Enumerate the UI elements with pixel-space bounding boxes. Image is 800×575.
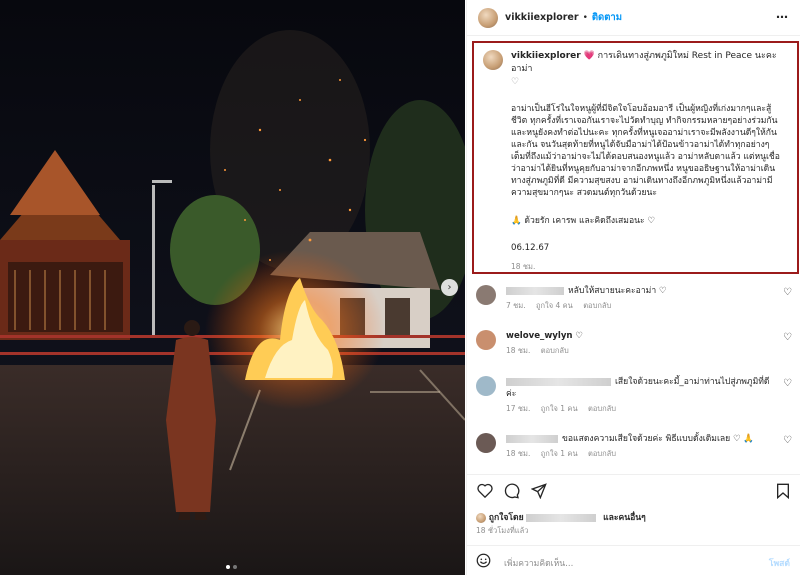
comment-text: ขอแสดงความเสียใจด้วยค่ะ พิธีแบบดั้งเดิมเ…: [562, 434, 755, 444]
comment-input[interactable]: เพิ่มความคิดเห็น...: [504, 556, 573, 570]
share-icon[interactable]: [531, 483, 547, 499]
bookmark-icon[interactable]: [776, 483, 790, 499]
carousel-dots: [226, 565, 237, 569]
pink-heart-icon: 💗: [583, 51, 595, 61]
instagram-post-view: › vikkiiexplorer • ติดตาม ⋯ vikkiiexplor…: [0, 0, 800, 575]
avatar[interactable]: [476, 330, 496, 350]
post-photo[interactable]: ›: [0, 0, 465, 575]
reply-button[interactable]: ตอบกลับ: [541, 346, 569, 355]
liked-by-line[interactable]: ถูกใจโดย และคนอื่นๆ: [476, 510, 646, 524]
hidden-username[interactable]: [526, 513, 597, 522]
post-header: vikkiiexplorer • ติดตาม ⋯: [467, 0, 800, 36]
avatar[interactable]: [478, 7, 498, 28]
comment-likes[interactable]: ถูกใจ 4 คน: [536, 301, 573, 310]
more-options-icon[interactable]: ⋯: [776, 10, 789, 24]
cremation-scene-image: [0, 0, 465, 575]
comment-time: 7 ชม.: [506, 301, 526, 310]
comment-body: เสียใจด้วยนะคะมี้_อาม่าท่านไปสู่ภพภูมิที…: [506, 376, 776, 415]
avatar: [476, 512, 486, 523]
liked-by-prefix: ถูกใจโดย: [488, 513, 524, 523]
comment-time: 17 ชม.: [506, 404, 531, 413]
avatar[interactable]: [483, 50, 503, 70]
caption-body: อาม่าเป็นฮีโร่ในใจหนูผู้ที่มีจิตใจโอบอ้อ…: [511, 104, 780, 198]
post-author-username[interactable]: vikkiiexplorer: [505, 12, 579, 23]
comment-text: หลับให้สบายนะคะอาม่า ♡: [568, 286, 667, 296]
comment-likes[interactable]: ถูกใจ 1 คน: [541, 449, 578, 458]
comment-text: ♡: [575, 331, 584, 341]
caption-title: vikkiiexplorer 💗 การเดินทางสู่ภพภูมิใหม่…: [511, 50, 781, 89]
post-comment-button[interactable]: โพสต์: [769, 556, 790, 570]
follow-button[interactable]: ติดตาม: [592, 10, 622, 25]
comment-body: หลับให้สบายนะคะอาม่า ♡ 7 ชม. ถูกใจ 4 คน …: [506, 285, 776, 312]
chevron-right-icon: ›: [447, 282, 452, 293]
reply-button[interactable]: ตอบกลับ: [583, 301, 611, 310]
comment-likes[interactable]: ถูกใจ 1 คน: [541, 404, 578, 413]
comment-body: ขอแสดงความเสียใจด้วยค่ะ พิธีแบบดั้งเดิมเ…: [506, 433, 776, 460]
hidden-username[interactable]: [506, 434, 558, 443]
carousel-dot-active: [226, 565, 230, 569]
hidden-username[interactable]: [506, 377, 611, 386]
avatar[interactable]: [476, 285, 496, 305]
comment-time: 18 ชม.: [506, 449, 531, 458]
comment-meta: 17 ชม. ถูกใจ 1 คน ตอบกลับ: [506, 403, 776, 415]
caption-username[interactable]: vikkiiexplorer: [511, 51, 581, 61]
like-comment-icon[interactable]: ♡: [783, 378, 792, 389]
like-comment-icon[interactable]: ♡: [783, 435, 792, 446]
caption-signoff: 🙏 ด้วยรัก เคารพ และคิดถึงเสมอนะ ♡: [511, 216, 656, 226]
post-actions-bar: [466, 474, 800, 504]
reply-button[interactable]: ตอบกลับ: [588, 449, 616, 458]
heart-icon[interactable]: [477, 483, 493, 498]
comment-icon[interactable]: [504, 483, 520, 499]
caption-timestamp: 18 ชม.: [511, 262, 536, 271]
comment-meta: 7 ชม. ถูกใจ 4 คน ตอบกลับ: [506, 300, 776, 312]
carousel-dot: [233, 565, 237, 569]
reply-button[interactable]: ตอบกลับ: [588, 404, 616, 413]
like-comment-icon[interactable]: ♡: [783, 287, 792, 298]
post-caption: vikkiiexplorer 💗 การเดินทางสู่ภพภูมิใหม่…: [472, 41, 799, 274]
comment-meta: 18 ชม. ถูกใจ 1 คน ตอบกลับ: [506, 448, 776, 460]
post-age: 18 ชั่วโมงที่แล้ว: [476, 526, 529, 535]
outline-heart-icon: ♡: [511, 77, 520, 87]
avatar[interactable]: [476, 376, 496, 396]
comment-body: welove_wylyn ♡ 18 ชม. ตอบกลับ: [506, 330, 776, 357]
liked-by-suffix: และคนอื่นๆ: [603, 513, 646, 523]
add-comment-bar: เพิ่มความคิดเห็น... โพสต์: [466, 545, 800, 575]
caption-date: 06.12.67: [511, 243, 550, 253]
next-photo-button[interactable]: ›: [441, 279, 458, 296]
comment-username[interactable]: welove_wylyn: [506, 331, 573, 341]
like-comment-icon[interactable]: ♡: [783, 332, 792, 343]
hidden-username[interactable]: [506, 286, 564, 295]
separator-dot: •: [582, 12, 588, 23]
comment-time: 18 ชม.: [506, 346, 531, 355]
comment-meta: 18 ชม. ตอบกลับ: [506, 345, 776, 357]
caption-header: vikkiiexplorer 💗 การเดินทางสู่ภพภูมิใหม่…: [483, 50, 789, 89]
avatar[interactable]: [476, 433, 496, 453]
emoji-icon[interactable]: [476, 553, 491, 568]
